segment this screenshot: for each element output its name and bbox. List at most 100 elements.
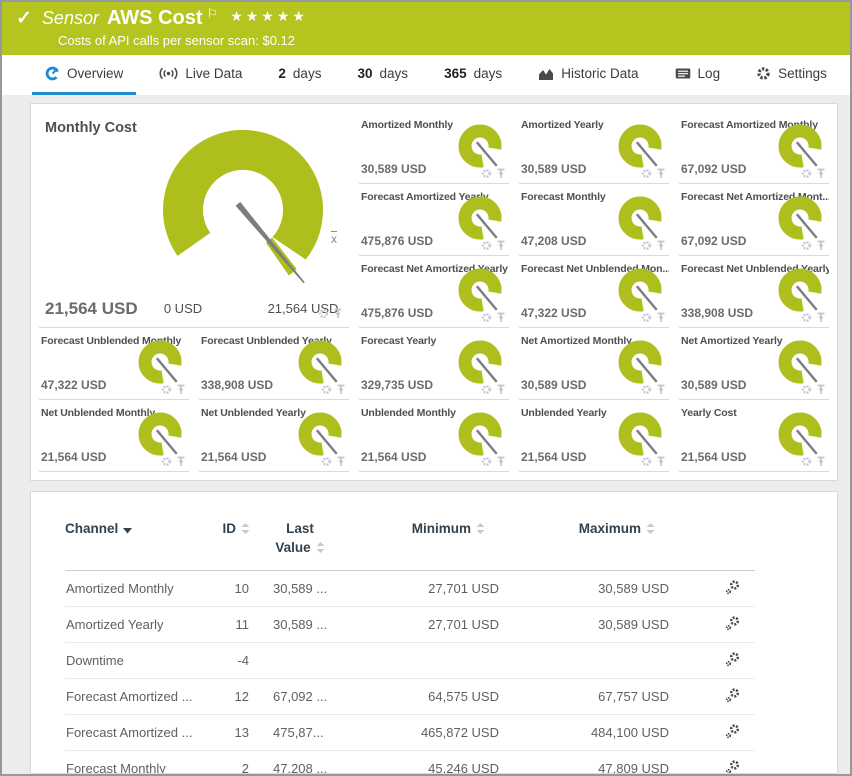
pin-icon[interactable] xyxy=(816,312,826,323)
gauge-cell-forecast-unblended-yearly: Forecast Unblended Yearly 338,908 USD xyxy=(199,328,349,400)
edit-channel-icon[interactable] xyxy=(724,759,741,773)
gauge-dial-area: x 0 USD 21,564 USD xyxy=(143,122,343,316)
maximum-cell: 67,757 USD xyxy=(500,678,670,715)
gauge-dial xyxy=(613,264,667,318)
pin-icon[interactable] xyxy=(656,168,666,179)
channels-panel: Channel ID Last Value Minimum Maximum Amortiz… xyxy=(30,491,838,774)
pin-icon[interactable] xyxy=(496,240,506,251)
col-header-minimum[interactable]: Minimum xyxy=(350,520,500,571)
gauge-dial xyxy=(613,192,667,246)
pin-icon[interactable] xyxy=(816,168,826,179)
edit-channel-icon[interactable] xyxy=(724,687,741,704)
channel-name-cell: Forecast Monthly xyxy=(65,750,210,773)
minimum-cell: 27,701 USD xyxy=(350,606,500,643)
log-icon xyxy=(675,67,691,80)
pin-icon[interactable] xyxy=(496,312,506,323)
edit-channel-icon[interactable] xyxy=(724,615,741,632)
channel-id-cell: 13 xyxy=(210,714,250,751)
gauge-dial xyxy=(613,408,667,462)
edit-channel-icon[interactable] xyxy=(724,579,741,596)
gear-icon[interactable] xyxy=(801,168,812,179)
channel-row-forecast-amortized: Forecast Amortized ... 13 475,87... 465,872… xyxy=(65,714,755,751)
gauge-cell-forecast-amortized-monthly: Forecast Amortized Monthly 67,092 USD xyxy=(679,112,829,184)
gauge-dial xyxy=(773,192,827,246)
gauge-value: 21,564 USD xyxy=(681,450,747,464)
col-header-last-value[interactable]: Last Value xyxy=(250,520,350,571)
gear-icon[interactable] xyxy=(801,312,812,323)
gear-icon[interactable] xyxy=(321,384,332,395)
gear-icon[interactable] xyxy=(641,168,652,179)
gauge-dial xyxy=(453,120,507,174)
gear-icon[interactable] xyxy=(481,384,492,395)
pin-icon[interactable] xyxy=(656,384,666,395)
col-header-maximum[interactable]: Maximum xyxy=(500,520,670,571)
tab-overview[interactable]: Overview xyxy=(32,55,137,95)
gear-icon[interactable] xyxy=(481,168,492,179)
pin-icon[interactable] xyxy=(336,384,346,395)
gauge-cell-forecast-net-unblended-yearly: Forecast Net Unblended Yearly 338,908 USD xyxy=(679,256,829,328)
channel-id-cell: 12 xyxy=(210,678,250,715)
gear-icon[interactable] xyxy=(801,384,812,395)
gear-icon[interactable] xyxy=(481,312,492,323)
pin-icon[interactable] xyxy=(816,384,826,395)
col-header-id[interactable]: ID xyxy=(210,520,250,571)
gear-icon xyxy=(756,66,771,81)
pin-icon[interactable] xyxy=(336,456,346,467)
gauge-blue-icon xyxy=(45,66,60,81)
pin-icon[interactable] xyxy=(656,312,666,323)
gear-icon[interactable] xyxy=(641,456,652,467)
gauge-value: 21,564 USD xyxy=(201,450,267,464)
tab-log[interactable]: Log xyxy=(662,55,734,95)
edit-channel-icon[interactable] xyxy=(724,723,741,740)
channel-id-cell: 11 xyxy=(210,606,250,643)
gear-icon[interactable] xyxy=(321,456,332,467)
gear-icon[interactable] xyxy=(641,312,652,323)
sort-updown-icon[interactable] xyxy=(316,541,325,553)
gear-icon[interactable] xyxy=(161,456,172,467)
pin-icon[interactable] xyxy=(656,240,666,251)
tab-30-days[interactable]: 30 days xyxy=(345,55,422,95)
tab-settings[interactable]: Settings xyxy=(743,55,840,95)
gear-icon[interactable] xyxy=(481,456,492,467)
channel-id-cell: 10 xyxy=(210,570,250,607)
pin-icon[interactable] xyxy=(816,240,826,251)
pin-icon[interactable] xyxy=(816,456,826,467)
gear-icon[interactable] xyxy=(801,240,812,251)
gear-icon[interactable] xyxy=(641,240,652,251)
sort-updown-icon[interactable] xyxy=(646,523,655,534)
tab-2-days[interactable]: 2 days xyxy=(265,55,334,95)
gauge-dial xyxy=(773,264,827,318)
gear-icon[interactable] xyxy=(801,456,812,467)
tab-live-data[interactable]: Live Data xyxy=(146,55,255,95)
gear-icon[interactable] xyxy=(318,308,329,319)
pin-icon[interactable] xyxy=(496,456,506,467)
minimum-cell xyxy=(350,642,500,679)
gear-icon[interactable] xyxy=(481,240,492,251)
pin-icon[interactable] xyxy=(333,308,343,319)
edit-channel-icon[interactable] xyxy=(724,651,741,668)
pin-icon[interactable] xyxy=(496,168,506,179)
priority-stars[interactable]: ★★★★★ xyxy=(230,8,308,25)
last-value-cell: 30,589 ... xyxy=(250,570,350,607)
gauge-cell-amortized-monthly: Amortized Monthly 30,589 USD xyxy=(359,112,509,184)
gauge-dial xyxy=(453,408,507,462)
gauge-value: 21,564 USD xyxy=(41,450,107,464)
pin-icon[interactable] xyxy=(176,456,186,467)
pin-icon[interactable] xyxy=(176,384,186,395)
sort-desc-icon[interactable] xyxy=(123,528,133,534)
channel-name-cell: Downtime xyxy=(65,642,210,679)
tab-label: Overview xyxy=(67,66,124,81)
sort-updown-icon[interactable] xyxy=(241,523,250,534)
flag-icon[interactable]: ⚐ xyxy=(207,6,219,22)
col-header-channel[interactable]: Channel xyxy=(65,520,210,571)
gear-icon[interactable] xyxy=(161,384,172,395)
gear-icon[interactable] xyxy=(641,384,652,395)
tab-historic-data[interactable]: Historic Data xyxy=(525,55,651,95)
pin-icon[interactable] xyxy=(656,456,666,467)
gauge-value: 30,589 USD xyxy=(681,378,747,392)
gauges-panel: Monthly Cost x 0 USD 21,564 USD 21,564 U… xyxy=(30,103,838,481)
sort-updown-icon[interactable] xyxy=(476,523,485,534)
tab-label: Historic Data xyxy=(561,66,639,81)
tab-365-days[interactable]: 365 days xyxy=(431,55,515,95)
pin-icon[interactable] xyxy=(496,384,506,395)
